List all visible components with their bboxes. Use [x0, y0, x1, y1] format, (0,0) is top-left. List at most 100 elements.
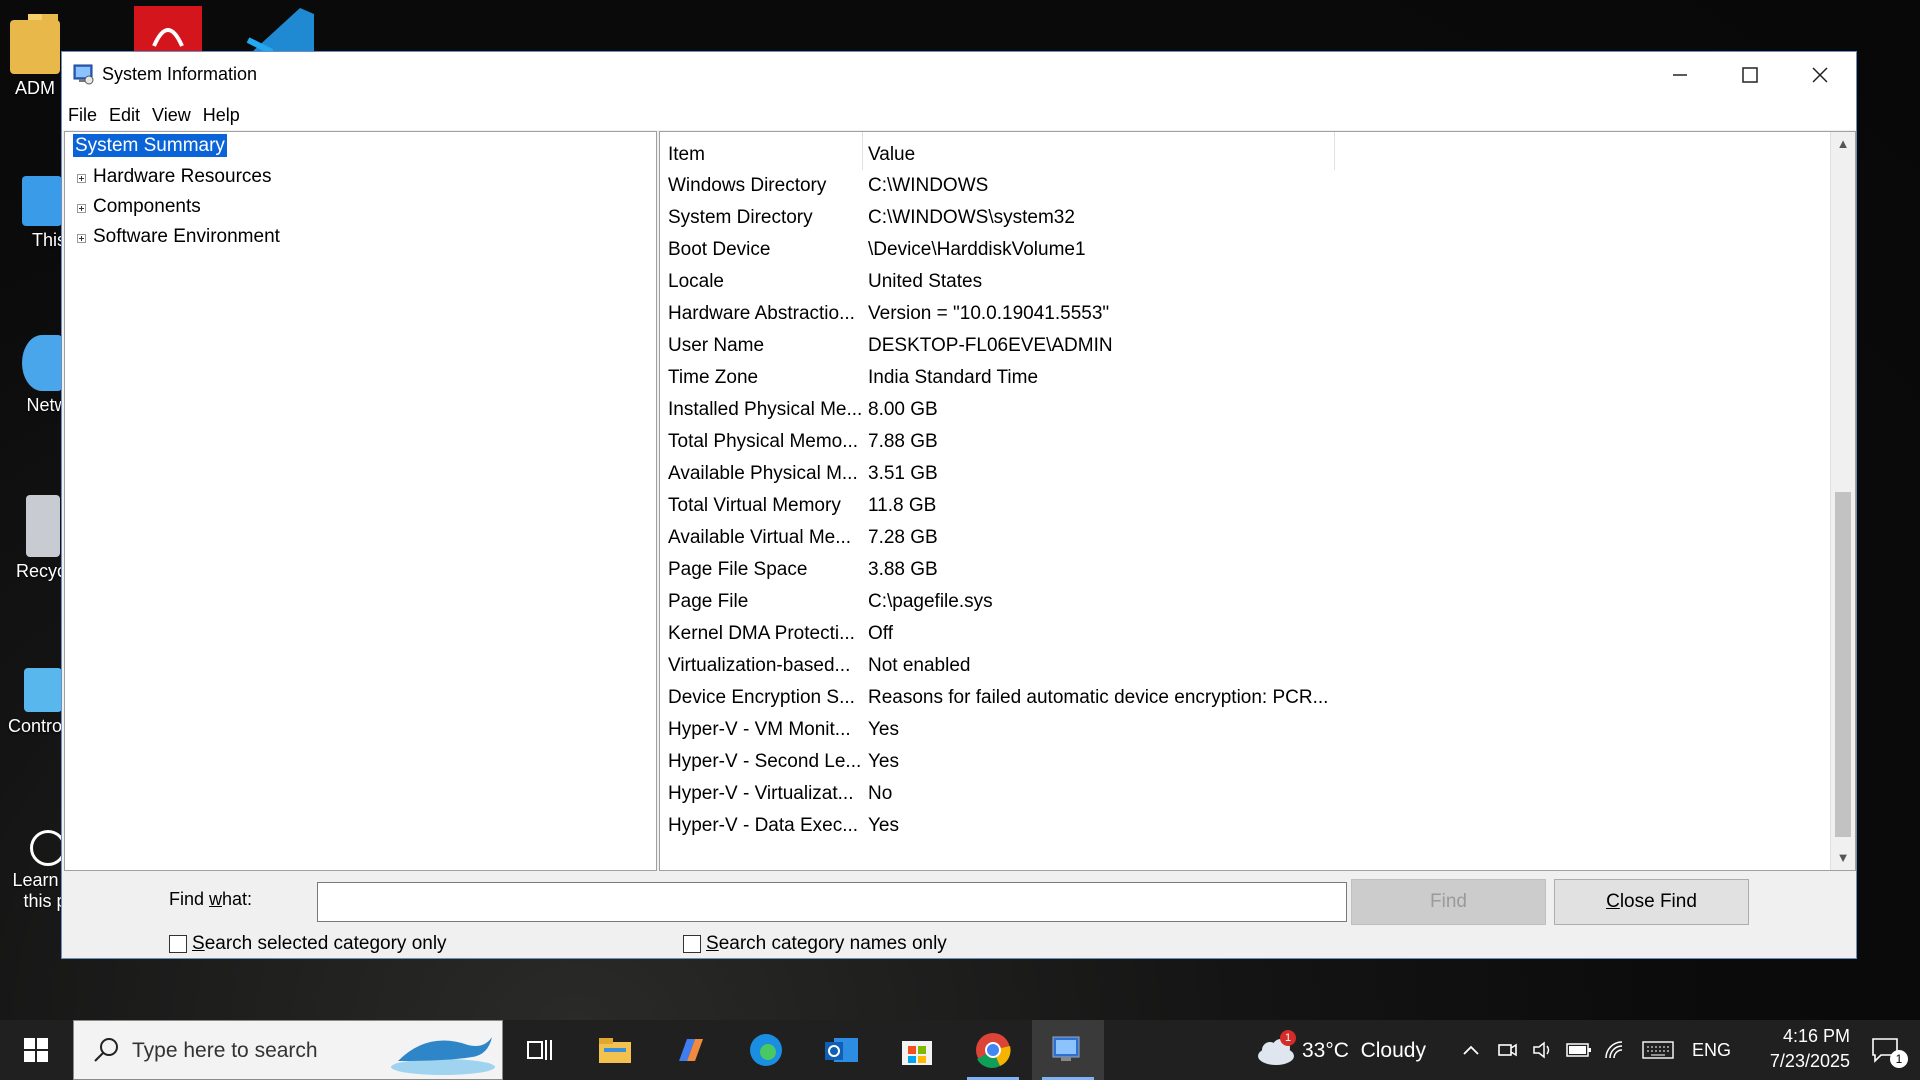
- close-button[interactable]: [1785, 52, 1855, 98]
- desktop-icon-control-panel[interactable]: Control: [0, 668, 70, 737]
- maximize-icon: [1742, 67, 1758, 83]
- chrome-button[interactable]: [957, 1020, 1029, 1080]
- desktop-icon-admin[interactable]: ADM: [0, 20, 70, 99]
- search-selected-category-checkbox[interactable]: Search selected category only: [169, 933, 447, 955]
- desktop-icon-network[interactable]: Netw: [0, 335, 70, 416]
- row-item-cell: Boot Device: [668, 239, 771, 260]
- search-category-names-checkbox[interactable]: Search category names only: [683, 933, 947, 955]
- outlook-button[interactable]: [806, 1020, 878, 1080]
- find-what-label: Find what:: [169, 889, 252, 910]
- column-separator[interactable]: [1334, 132, 1335, 170]
- close-find-rest: lose Find: [1619, 891, 1697, 912]
- table-row[interactable]: Available Virtual Me... 7.28 GB: [660, 522, 1830, 554]
- table-row[interactable]: Installed Physical Me... 8.00 GB: [660, 394, 1830, 426]
- network-button[interactable]: [1600, 1020, 1630, 1080]
- maximize-button[interactable]: [1715, 52, 1785, 98]
- input-language[interactable]: ENG: [1692, 1040, 1731, 1061]
- row-value-cell: Version = "10.0.19041.5553": [868, 303, 1110, 324]
- find-button[interactable]: Find: [1351, 879, 1546, 925]
- clock[interactable]: 4:16 PM 7/23/2025: [1740, 1026, 1850, 1072]
- row-item-cell: Available Physical M...: [668, 463, 858, 484]
- table-row[interactable]: Total Physical Memo... 7.88 GB: [660, 426, 1830, 458]
- row-value-cell: Yes: [868, 719, 899, 740]
- close-icon: [1812, 67, 1828, 83]
- tree-item-label: System Summary: [72, 133, 228, 158]
- scrollbar-thumb[interactable]: [1835, 492, 1851, 837]
- tree-item-hardware-resources[interactable]: Hardware Resources: [73, 166, 271, 188]
- row-item-cell: Hardware Abstractio...: [668, 303, 855, 324]
- table-row[interactable]: Hardware Abstractio... Version = "10.0.19…: [660, 298, 1830, 330]
- vertical-scrollbar[interactable]: ▲ ▼: [1830, 132, 1855, 870]
- find-what-input[interactable]: [317, 882, 1347, 922]
- table-row[interactable]: Time Zone India Standard Time: [660, 362, 1830, 394]
- table-row[interactable]: Available Physical M... 3.51 GB: [660, 458, 1830, 490]
- desktop-icon-this-pc[interactable]: This: [0, 176, 70, 251]
- close-find-accel: C: [1606, 891, 1620, 912]
- file-explorer-button[interactable]: [579, 1020, 651, 1080]
- menu-help[interactable]: Help: [197, 98, 246, 132]
- row-value-cell: 7.28 GB: [868, 527, 938, 548]
- microsoft-store-button[interactable]: [881, 1020, 953, 1080]
- tree-item-components[interactable]: Components: [73, 196, 201, 218]
- tree-item-system-summary[interactable]: System Summary: [72, 133, 228, 158]
- table-row[interactable]: Hyper-V - Second Le... Yes: [660, 746, 1830, 778]
- table-row[interactable]: Windows Directory C:\WINDOWS: [660, 170, 1830, 202]
- table-row[interactable]: Hyper-V - Data Exec... Yes: [660, 810, 1830, 842]
- column-header-item[interactable]: Item: [668, 140, 705, 170]
- row-item-cell: Time Zone: [668, 367, 759, 388]
- acrobat-icon[interactable]: [134, 0, 204, 52]
- close-find-button[interactable]: Close Find: [1554, 879, 1749, 925]
- expand-icon[interactable]: [77, 234, 86, 243]
- system-information-taskbar-button[interactable]: [1032, 1020, 1104, 1080]
- table-row[interactable]: Virtualization-based... Not enabled: [660, 650, 1830, 682]
- table-row[interactable]: Page File C:\pagefile.sys: [660, 586, 1830, 618]
- meet-now-button[interactable]: [1492, 1020, 1522, 1080]
- title-bar[interactable]: System Information: [62, 52, 1856, 98]
- taskbar-search-box[interactable]: Type here to search: [73, 1020, 503, 1080]
- scroll-up-icon[interactable]: ▲: [1831, 132, 1855, 156]
- checkbox-box[interactable]: [683, 935, 701, 953]
- system-information-icon: [73, 63, 95, 85]
- menu-view[interactable]: View: [146, 98, 197, 132]
- battery-button[interactable]: [1564, 1020, 1594, 1080]
- keyboard-icon: [1642, 1041, 1674, 1059]
- task-view-button[interactable]: [504, 1020, 576, 1080]
- expand-icon[interactable]: [77, 174, 86, 183]
- camera-icon: [1498, 1043, 1517, 1057]
- table-row[interactable]: Device Encryption S... Reasons for failed…: [660, 682, 1830, 714]
- menu-file[interactable]: File: [62, 98, 103, 132]
- table-row[interactable]: Hyper-V - Virtualizat... No: [660, 778, 1830, 810]
- table-row[interactable]: Locale United States: [660, 266, 1830, 298]
- table-row[interactable]: Boot Device \Device\HarddiskVolume1: [660, 234, 1830, 266]
- table-row[interactable]: Total Virtual Memory 11.8 GB: [660, 490, 1830, 522]
- expand-icon[interactable]: [77, 204, 86, 213]
- volume-button[interactable]: [1528, 1020, 1558, 1080]
- check2-rest: earch category names only: [718, 933, 947, 954]
- weather-widget[interactable]: 1 33°C Cloudy: [1252, 1020, 1432, 1080]
- desktop-icon-learn-about-picture[interactable]: Learn a this pi: [0, 830, 74, 912]
- speaker-icon: [1533, 1041, 1550, 1059]
- touch-keyboard-button[interactable]: [1638, 1020, 1678, 1080]
- vscode-icon[interactable]: [242, 0, 314, 55]
- desktop-icon-recycle-bin[interactable]: Recycl: [0, 495, 70, 582]
- start-button[interactable]: [0, 1020, 72, 1080]
- column-separator[interactable]: [862, 132, 863, 170]
- checkbox-box[interactable]: [169, 935, 187, 953]
- scroll-down-icon[interactable]: ▼: [1831, 846, 1855, 870]
- tree-item-software-environment[interactable]: Software Environment: [73, 226, 280, 248]
- table-row[interactable]: User Name DESKTOP-FL06EVE\ADMIN: [660, 330, 1830, 362]
- edge-button[interactable]: [730, 1020, 802, 1080]
- table-row[interactable]: Page File Space 3.88 GB: [660, 554, 1830, 586]
- table-row[interactable]: Kernel DMA Protecti... Off: [660, 618, 1830, 650]
- table-row[interactable]: System Directory C:\WINDOWS\system32: [660, 202, 1830, 234]
- minimize-button[interactable]: [1645, 52, 1715, 98]
- table-row[interactable]: Hyper-V - VM Monit... Yes: [660, 714, 1830, 746]
- wifi-icon: [1605, 1041, 1623, 1059]
- category-tree: System Summary Hardware Resources Compon…: [64, 131, 657, 871]
- show-hidden-icons-button[interactable]: [1456, 1020, 1486, 1080]
- menu-edit[interactable]: Edit: [103, 98, 146, 132]
- search-placeholder: Type here to search: [132, 1039, 318, 1062]
- notification-center-button[interactable]: 1: [1860, 1020, 1910, 1080]
- column-header-value[interactable]: Value: [868, 140, 915, 170]
- copilot-button[interactable]: [654, 1020, 726, 1080]
